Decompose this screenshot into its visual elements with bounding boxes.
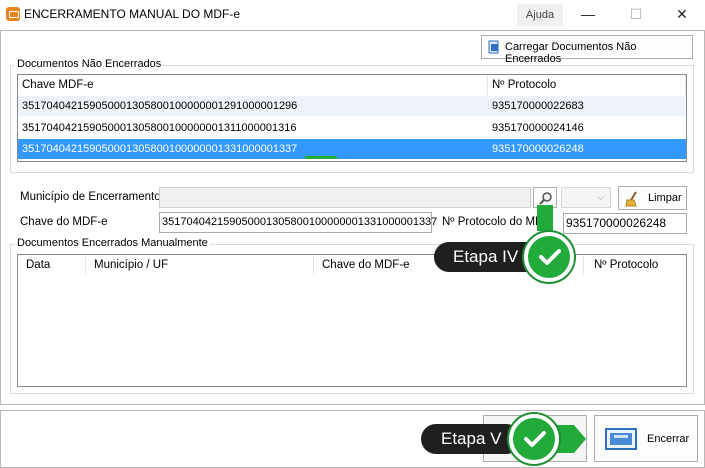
help-button[interactable]: Ajuda [517,4,563,26]
load-open-docs-button[interactable]: Carregar Documentos Não Encerrados [481,35,693,65]
window-title: ENCERRAMENTO MANUAL DO MDF-e [24,7,241,21]
step-5-check-icon [509,414,559,464]
close-icon[interactable]: ✕ [659,0,705,28]
table-row[interactable]: 3517040421590500013058001000000013110000… [18,118,686,138]
row-protocolo: 935170000024146 [492,122,584,134]
search-icon [539,192,552,205]
uf-select[interactable]: ⌵ [561,187,611,208]
clear-button-label: Limpar [648,192,682,204]
column-header-data[interactable]: Data [18,255,86,275]
column-header-protocolo[interactable]: Nº Protocolo [488,75,686,95]
step-5-label: Etapa V [441,429,502,448]
load-open-docs-label: Carregar Documentos Não Encerrados [505,41,637,65]
table-row[interactable]: 3517040421590500013058001000000012910000… [18,96,686,116]
row-protocolo: 935170000022683 [492,100,584,112]
chevron-down-icon: ⌵ [597,192,605,203]
close-mdfe-button[interactable]: Encerrar [594,415,698,462]
column-header-protocolo[interactable]: Nº Protocolo [584,255,686,275]
clear-button[interactable]: Limpar [618,186,687,210]
row-protocolo: 935170000026248 [492,143,584,155]
column-header-chave[interactable]: Chave MDF-e [18,75,488,95]
protocolo-field[interactable]: 935170000026248 [563,213,687,234]
municipio-field[interactable] [159,187,531,208]
minimize-icon[interactable]: — [565,0,611,28]
maximize-icon[interactable]: ☐ [613,0,659,28]
chave-field[interactable]: 3517040421590500013058001000000013310000… [159,212,437,233]
closed-docs-group-label: Documentos Encerrados Manualmente [15,237,210,249]
row-chave: 3517040421590500013058001000000012910000… [22,100,298,112]
closed-docs-table[interactable]: Data Município / UF Chave do MDF-e Nº Pr… [17,254,687,387]
broom-icon [625,191,637,207]
step-4-label: Etapa IV [453,247,519,266]
window-close-icon [605,428,637,450]
app-truck-icon [6,7,20,21]
municipio-label: Município de Encerramento [20,191,161,203]
row-chave: 3517040421590500013058001000000013110000… [22,122,297,134]
open-docs-table[interactable]: Chave MDF-e Nº Protocolo 351704042159050… [17,74,687,162]
step-4-check-icon [524,232,574,282]
green-marker [305,156,337,159]
table-row-selected[interactable]: 3517040421590500013058001000000013310000… [18,139,686,159]
step-4-connector [537,205,553,231]
step-5-callout: Etapa V [421,424,521,454]
protocolo-label: Nº Protocolo do MDF [442,216,551,228]
chave-label: Chave do MDF-e [20,216,108,228]
open-docs-group-label: Documentos Não Encerrados [15,58,164,70]
close-mdfe-label: Encerrar [647,433,690,445]
row-chave: 3517040421590500013058001000000013310000… [22,143,298,155]
document-load-icon [488,40,499,54]
column-header-municipio[interactable]: Município / UF [86,255,314,275]
